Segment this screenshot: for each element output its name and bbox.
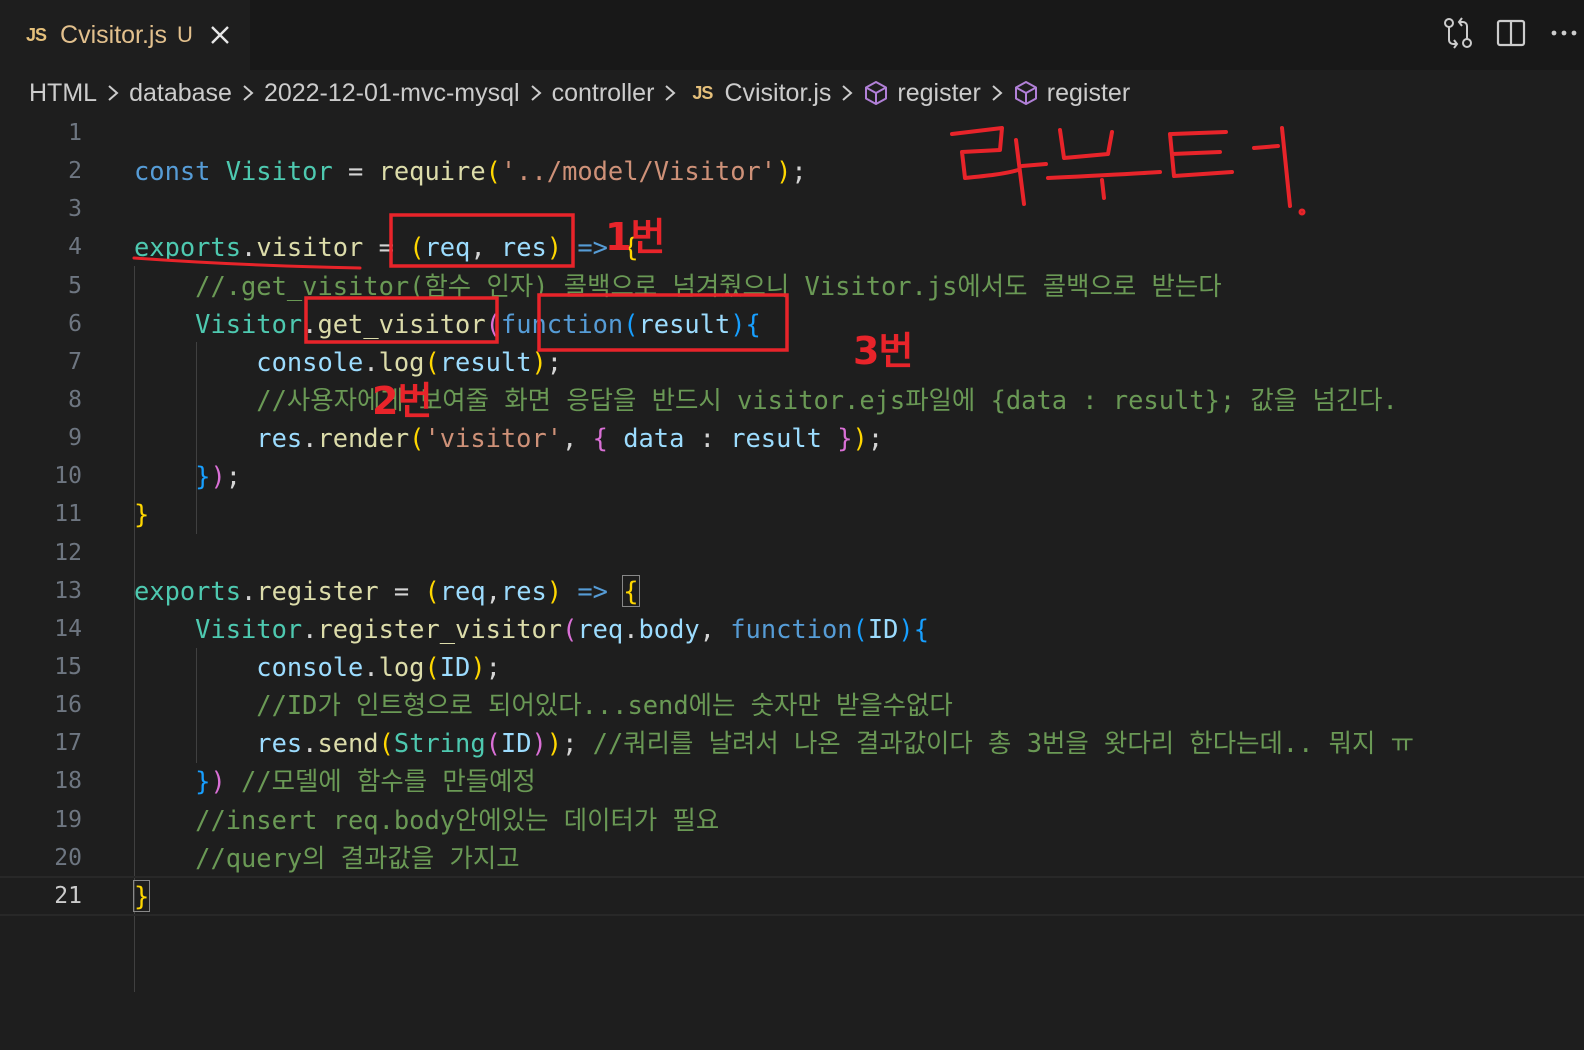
breadcrumb: HTML database 2022-12-01-mvc-mysql contr… xyxy=(0,70,1584,116)
line-number: 17 xyxy=(54,730,82,757)
chevron-right-icon xyxy=(243,85,254,101)
line-number: 20 xyxy=(54,844,82,871)
line-number: 10 xyxy=(54,463,82,490)
code-line: }); xyxy=(195,461,242,492)
code-line: //ID가 인트형으로 되어있다...send에는 숫자만 받을수없다 xyxy=(256,690,953,721)
line-number: 4 xyxy=(68,234,82,261)
more-actions-icon[interactable] xyxy=(1546,16,1584,50)
code-editor[interactable]: 1 2 3 4 5 6 7 8 9 10 11 12 13 14 15 16 1… xyxy=(0,114,1584,992)
code-line: console.log(result); xyxy=(256,346,563,377)
code-line: res.send(String(ID)); //쿼리를 날려서 나온 결과값이다… xyxy=(256,728,1415,759)
line-number: 6 xyxy=(68,310,82,337)
code-line: }) //모델에 함수를 만들예정 xyxy=(195,766,536,797)
symbol-method-icon xyxy=(1014,81,1037,105)
close-icon[interactable] xyxy=(209,24,231,46)
line-number: 13 xyxy=(54,577,82,604)
js-file-icon: JS xyxy=(26,24,47,45)
code-line: res.render('visitor', { data : result })… xyxy=(256,423,884,454)
breadcrumb-item-database[interactable]: database xyxy=(129,79,232,108)
tab-modified-badge: U xyxy=(177,22,193,47)
code-line: Visitor.register_visitor(req.body, funct… xyxy=(195,613,929,644)
code-line: exports.visitor = (req, res) => { xyxy=(134,232,639,263)
line-number: 14 xyxy=(54,615,82,642)
code-line: } xyxy=(134,499,150,530)
line-number: 12 xyxy=(54,539,82,566)
breadcrumb-item-html[interactable]: HTML xyxy=(29,79,97,108)
line-number: 8 xyxy=(68,386,82,413)
chevron-right-icon xyxy=(108,85,119,101)
line-number: 7 xyxy=(68,348,82,375)
line-number: 18 xyxy=(54,768,82,795)
chevron-right-icon xyxy=(665,85,676,101)
code-line-current: } xyxy=(0,875,1584,917)
tab-bar: JS Cvisitor.js U xyxy=(0,0,1584,70)
breadcrumb-item-file[interactable]: Cvisitor.js xyxy=(724,79,831,108)
code-line: //insert req.body안에있는 데이터가 필요 xyxy=(195,804,720,835)
compare-changes-icon[interactable] xyxy=(1440,16,1476,50)
code-line: console.log(ID); xyxy=(256,651,501,682)
line-number: 2 xyxy=(68,158,82,185)
code-lines[interactable]: const Visitor = require('../model/Visito… xyxy=(0,114,1584,917)
breadcrumb-item-symbol[interactable]: register xyxy=(897,79,980,108)
code-line: //query의 결과값을 가지고 xyxy=(195,842,520,873)
breadcrumb-item-symbol[interactable]: register xyxy=(1047,79,1130,108)
line-number: 16 xyxy=(54,692,82,719)
line-number-gutter: 1 2 3 4 5 6 7 8 9 10 11 12 13 14 15 16 1… xyxy=(0,114,82,915)
code-line: Visitor.get_visitor(function(result){ xyxy=(195,308,761,339)
line-number: 5 xyxy=(68,272,82,299)
split-editor-icon[interactable] xyxy=(1494,16,1528,50)
line-number: 1 xyxy=(68,120,82,146)
code-line: //사용자에게 보여줄 화면 응답을 반드시 visitor.ejs파일에 {d… xyxy=(256,384,1398,415)
code-line: //.get_visitor(함수 인자) 콜백으로 넘겨줬으니 Visitor… xyxy=(195,270,1222,301)
chevron-right-icon xyxy=(992,85,1003,101)
tab-filename: Cvisitor.js xyxy=(60,20,167,49)
breadcrumb-item-project[interactable]: 2022-12-01-mvc-mysql xyxy=(264,79,520,108)
symbol-method-icon xyxy=(865,81,888,105)
chevron-right-icon xyxy=(842,85,853,101)
breadcrumb-item-controller[interactable]: controller xyxy=(552,79,655,108)
chevron-right-icon xyxy=(530,85,542,101)
code-line: const Visitor = require('../model/Visito… xyxy=(134,156,807,187)
line-number: 3 xyxy=(68,196,82,223)
line-number: 19 xyxy=(54,806,82,833)
js-file-icon: JS xyxy=(692,82,713,103)
line-number: 11 xyxy=(54,501,82,528)
code-line: exports.register = (req,res) => { xyxy=(134,574,640,607)
editor-tab[interactable]: JS Cvisitor.js U xyxy=(0,0,250,70)
line-number: 15 xyxy=(54,653,82,680)
line-number: 9 xyxy=(68,425,82,452)
